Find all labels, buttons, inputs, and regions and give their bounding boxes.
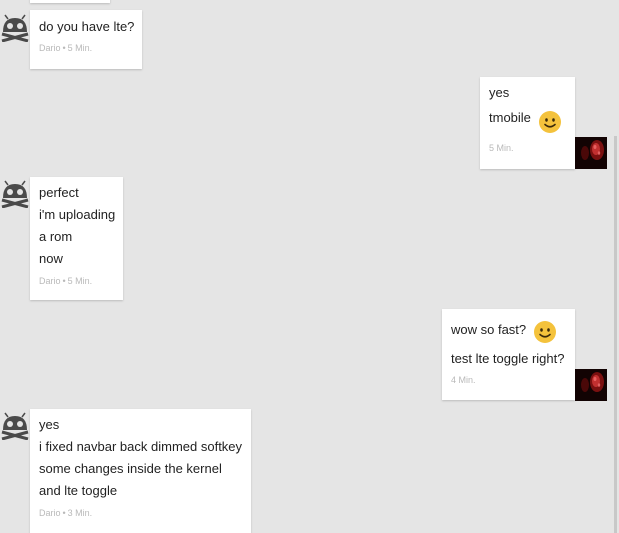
scrollbar[interactable] xyxy=(614,136,617,533)
message-time: 4 Min. xyxy=(451,375,476,385)
message-bubble-incoming[interactable]: perfect i'm uploading a rom now Dario • 5 … xyxy=(30,177,123,300)
message-bubble-incoming[interactable]: do you have lte? Dario • 5 Min. xyxy=(30,10,142,69)
meta-separator: • xyxy=(62,508,66,518)
message-time: 3 Min. xyxy=(67,508,93,518)
message-time: 5 Min. xyxy=(67,43,93,53)
smiley-emoji xyxy=(539,111,561,133)
message-text: wow so fast? xyxy=(451,322,527,337)
red-face-photo-icon[interactable] xyxy=(575,137,607,169)
message-text: tmobile xyxy=(489,110,531,125)
message-time: 5 Min. xyxy=(67,276,93,286)
android-skull-icon[interactable] xyxy=(0,12,30,42)
message-text: and lte toggle xyxy=(39,483,118,498)
message-meta: Dario • 3 Min. xyxy=(39,508,92,519)
previous-message-bubble-fragment xyxy=(30,0,110,3)
red-face-photo-icon[interactable] xyxy=(575,369,607,401)
message-text: i fixed navbar back dimmed softkey xyxy=(39,439,243,454)
message-text: yes xyxy=(39,417,60,432)
message-text: yes xyxy=(489,85,510,100)
sender-name: Dario xyxy=(39,276,61,286)
message-text: do you have lte? xyxy=(39,19,135,34)
android-skull-icon[interactable] xyxy=(0,178,30,208)
message-text: some changes inside the kernel xyxy=(39,461,222,476)
meta-separator: • xyxy=(62,43,66,53)
message-text: now xyxy=(39,251,63,266)
smiley-emoji xyxy=(534,321,556,343)
sender-name: Dario xyxy=(39,508,61,518)
message-bubble-outgoing[interactable]: wow so fast? test lte toggle right? 4 Mi… xyxy=(442,309,575,400)
message-text: perfect xyxy=(39,185,79,200)
meta-separator: • xyxy=(62,276,66,286)
message-meta: Dario • 5 Min. xyxy=(39,43,92,54)
message-bubble-incoming[interactable]: yes i fixed navbar back dimmed softkey s… xyxy=(30,409,251,533)
sender-name: Dario xyxy=(39,43,61,53)
android-skull-icon[interactable] xyxy=(0,410,30,440)
message-bubble-outgoing[interactable]: yes tmobile 5 Min. xyxy=(480,77,575,169)
message-meta: Dario • 5 Min. xyxy=(39,276,92,287)
message-text: test lte toggle right? xyxy=(451,351,565,366)
message-text: i'm uploading xyxy=(39,207,116,222)
message-text: a rom xyxy=(39,229,73,244)
message-time: 5 Min. xyxy=(489,143,514,153)
